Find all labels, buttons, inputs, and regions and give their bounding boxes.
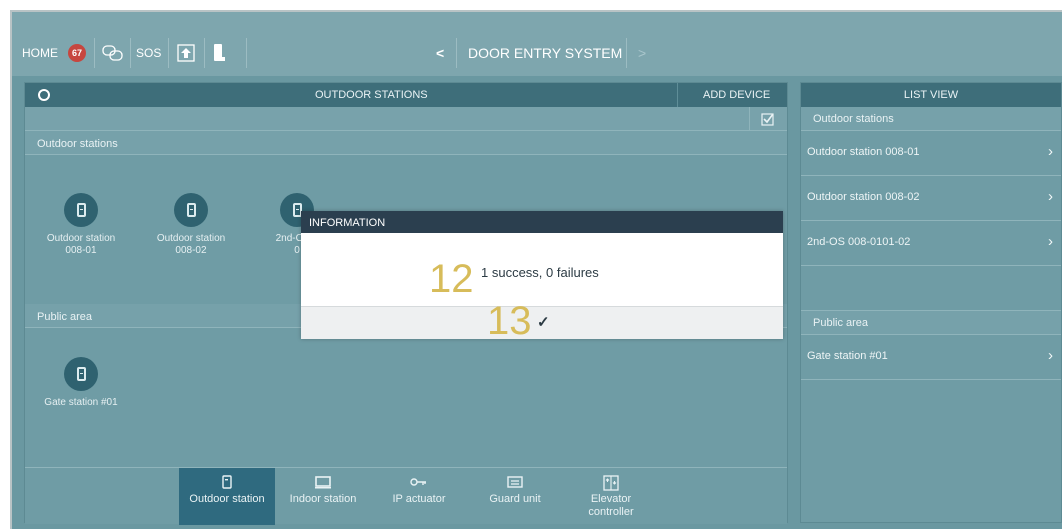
panel-header: OUTDOOR STATIONS ADD DEVICE [25, 83, 787, 107]
dialog-title: INFORMATION [301, 211, 783, 233]
list-item-label: Outdoor station 008-02 [807, 191, 920, 203]
list-spacer [801, 266, 1061, 311]
monitor-icon [275, 475, 371, 491]
outdoor-section-label: Outdoor stations [25, 131, 787, 155]
key-icon [371, 475, 467, 491]
device-gate-station[interactable]: Gate station #01 [41, 357, 121, 409]
device-label: Outdoor station [46, 233, 116, 244]
tab-indoor-station[interactable]: Indoor station [275, 468, 371, 525]
sos-button[interactable]: SOS [136, 43, 161, 63]
dialog-footer: 13 ✓ [301, 301, 783, 341]
device-label: Gate station #01 [44, 397, 118, 408]
list-view-panel: LIST VIEW Outdoor stations Outdoor stati… [800, 82, 1062, 523]
door-icon [64, 193, 98, 227]
list-item[interactable]: 2nd-OS 008-0101-02 › [801, 221, 1061, 266]
chevron-right-icon: › [1048, 233, 1053, 250]
tab-label: Indoor station [289, 493, 357, 505]
step-marker: 13 [487, 299, 532, 343]
device-id: 008-02 [175, 245, 207, 256]
topbar-divider [456, 38, 457, 68]
add-device-button[interactable]: ADD DEVICE [703, 89, 770, 101]
chevron-right-icon: › [1048, 188, 1053, 205]
list-item[interactable]: Gate station #01 › [801, 335, 1061, 380]
tab-label: Guard unit [489, 493, 541, 505]
list-outdoor-section: Outdoor stations [801, 107, 1061, 131]
list-item[interactable]: Outdoor station 008-01 › [801, 131, 1061, 176]
house-upload-icon [177, 44, 195, 62]
device-label: Outdoor station [156, 233, 226, 244]
notification-badge[interactable]: 67 [68, 43, 86, 63]
keyboard-icon [467, 475, 563, 491]
confirm-check-icon[interactable]: ✓ [537, 313, 550, 331]
tab-label: Elevator controller [588, 493, 634, 518]
selection-divider [749, 107, 750, 131]
topbar-divider [94, 38, 95, 68]
home-button[interactable]: HOME [22, 43, 58, 63]
upload-button[interactable] [176, 43, 196, 63]
list-item[interactable]: Outdoor station 008-02 › [801, 176, 1061, 221]
elevator-icon [563, 475, 659, 491]
topbar-divider [246, 38, 247, 68]
device-type-tabs: Outdoor station Indoor station IP actuat… [25, 467, 787, 525]
page-title-text: DOOR ENTRY SYSTEM [468, 45, 623, 61]
door-icon [174, 193, 208, 227]
header-divider [677, 83, 678, 107]
tab-guard-unit[interactable]: Guard unit [467, 468, 563, 525]
chat-bubbles-icon [102, 45, 123, 61]
tab-elevator-controller[interactable]: Elevator controller [563, 468, 659, 525]
top-bar: HOME 67 SOS < DOOR ENTRY SYSTEM > [12, 12, 1062, 76]
door-icon [179, 475, 275, 491]
list-item-label: Outdoor station 008-01 [807, 146, 920, 158]
device-outdoor-station-1[interactable]: Outdoor station 008-01 [41, 193, 121, 257]
chevron-right-icon: › [1048, 347, 1053, 364]
chevron-right-icon: > [638, 45, 647, 61]
next-button[interactable]: > [638, 43, 646, 63]
device-outdoor-station-2[interactable]: Outdoor station 008-02 [151, 193, 231, 257]
door-icon [64, 357, 98, 391]
sos-label: SOS [136, 46, 162, 60]
topbar-divider [204, 38, 205, 68]
dialog-message: 1 success, 0 failures [481, 265, 599, 280]
topbar-divider [168, 38, 169, 68]
page-title: DOOR ENTRY SYSTEM [468, 43, 622, 63]
panel-title: OUTDOOR STATIONS [315, 89, 428, 101]
dialog-body: 12 1 success, 0 failures [301, 233, 783, 307]
topbar-divider [130, 38, 131, 68]
device-id: 008-01 [65, 245, 97, 256]
step-marker: 12 [429, 257, 474, 301]
tab-label: IP actuator [392, 493, 446, 505]
chevron-left-icon: < [436, 45, 445, 61]
information-dialog: INFORMATION 12 1 success, 0 failures 13 … [301, 211, 783, 341]
tab-ip-actuator[interactable]: IP actuator [371, 468, 467, 525]
home-label: HOME [22, 46, 58, 60]
list-view-title: LIST VIEW [801, 83, 1061, 107]
tab-outdoor-station[interactable]: Outdoor station [179, 468, 275, 525]
topbar-divider [626, 38, 627, 68]
list-item-label: 2nd-OS 008-0101-02 [807, 236, 911, 248]
prev-button[interactable]: < [436, 43, 444, 63]
device-button[interactable] [212, 43, 226, 63]
intercom-button[interactable] [102, 43, 124, 63]
list-item-label: Gate station #01 [807, 350, 888, 362]
badge-count: 67 [68, 44, 86, 62]
select-all-checkbox-icon[interactable] [761, 112, 775, 126]
chevron-right-icon: › [1048, 143, 1053, 160]
door-station-icon [214, 44, 225, 61]
tab-label: Outdoor station [189, 493, 265, 505]
list-public-section: Public area [801, 311, 1061, 335]
selection-bar [25, 107, 787, 131]
circle-icon[interactable] [37, 88, 51, 102]
